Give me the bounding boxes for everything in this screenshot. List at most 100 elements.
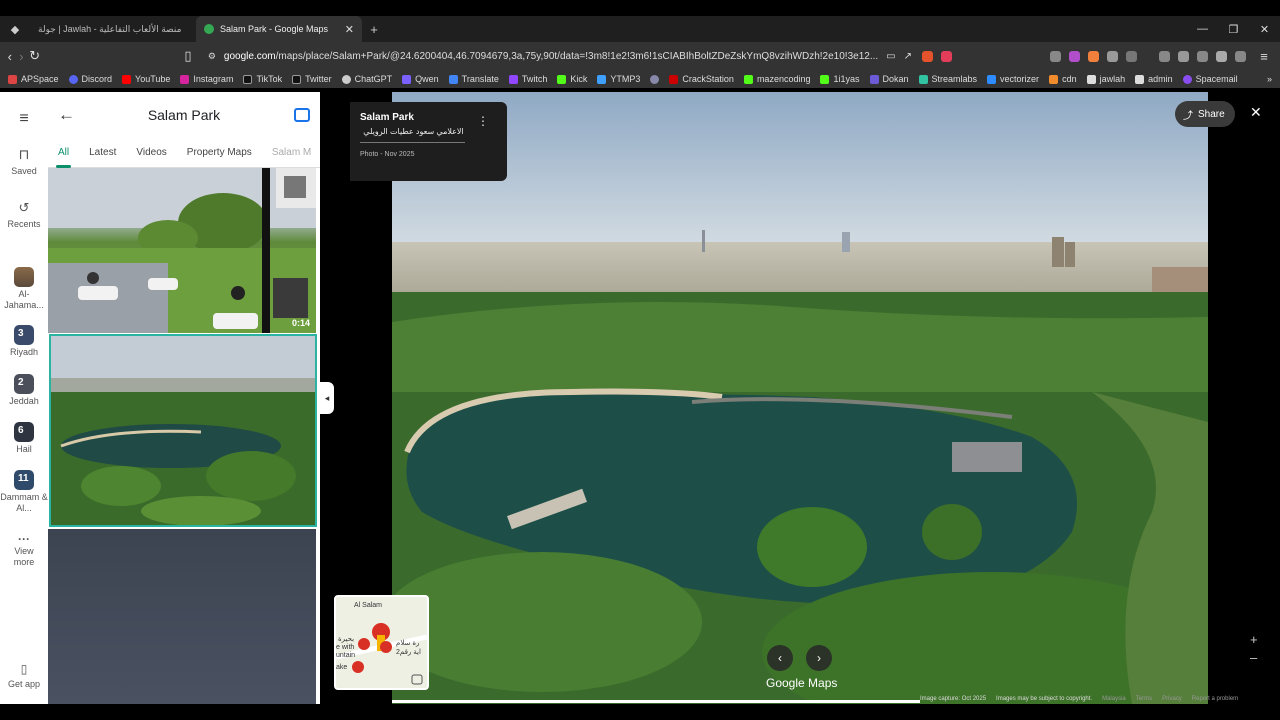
bookmark-outline-icon: ⊓: [18, 146, 30, 162]
privacy-link[interactable]: Privacy: [1162, 696, 1182, 702]
new-tab-button[interactable]: +: [362, 22, 386, 37]
bookmark-discord[interactable]: Discord: [68, 74, 112, 84]
brave-shield-icon[interactable]: [922, 50, 933, 62]
restore-icon[interactable]: ❐: [1218, 23, 1249, 36]
photo-viewer[interactable]: [392, 92, 1208, 704]
history-icon: ↺: [18, 200, 30, 215]
extension-icon[interactable]: [1126, 50, 1137, 62]
wallet-icon[interactable]: [1197, 50, 1208, 62]
rail-place-dammam[interactable]: 11 Dammam & Al...: [0, 470, 48, 514]
tab-salam-more[interactable]: Salam M: [272, 137, 311, 168]
bookmark-streamlabs[interactable]: Streamlabs: [918, 74, 977, 84]
url-text: google.com/maps/place/Salam+Park/@24.620…: [223, 50, 879, 62]
next-photo-button[interactable]: ›: [806, 645, 832, 671]
rail-saved[interactable]: ⊓ Saved: [0, 146, 48, 176]
loading-photo-thumbnail[interactable]: [48, 529, 316, 704]
bookmark-admin[interactable]: admin: [1135, 74, 1173, 84]
bookmark-jawlah[interactable]: jawlah: [1086, 74, 1125, 84]
rail-get-app-label: Get app: [7, 679, 41, 689]
close-tab-icon[interactable]: ✕: [345, 23, 354, 36]
window-close-icon[interactable]: ✕: [1249, 23, 1280, 36]
bookmark-mazencoding[interactable]: mazencoding: [743, 74, 810, 84]
rail-view-more[interactable]: ··· View more: [0, 532, 48, 568]
bookmark-crackstation[interactable]: CrackStation: [669, 74, 734, 84]
brave-rewards-icon[interactable]: [941, 50, 952, 62]
bookmark-tiktok[interactable]: TikTok: [243, 74, 282, 84]
bookmark-qwen[interactable]: Qwen: [402, 74, 439, 84]
rail-place-jeddah[interactable]: 2 Jeddah: [0, 374, 48, 406]
extension-icon[interactable]: [1069, 50, 1080, 62]
tab-videos[interactable]: Videos: [136, 137, 166, 168]
mini-map[interactable]: Al Salam بحيرة e with untain ake رة سلام…: [334, 595, 429, 690]
sidebar-icon[interactable]: [1178, 50, 1189, 62]
bookmark-1i1yas[interactable]: 1i1yas: [820, 74, 860, 84]
close-viewer-icon[interactable]: ✕: [1250, 104, 1262, 121]
previous-photo-button[interactable]: ‹: [767, 645, 793, 671]
share-page-icon[interactable]: ↗: [904, 51, 912, 62]
report-problem-link[interactable]: Report a problem: [1192, 696, 1238, 702]
bookmark-twitter[interactable]: Twitter: [292, 74, 332, 84]
bookmark-dokan[interactable]: Dokan: [869, 74, 909, 84]
rail-place-hail[interactable]: 6 Hail: [0, 422, 48, 454]
rail-place-label: Hail: [16, 444, 32, 454]
place-thumbnail: 2: [14, 374, 34, 394]
extension-icon[interactable]: [1088, 50, 1099, 62]
bookmark-cdn[interactable]: cdn: [1049, 74, 1077, 84]
aerial-lake-photo: [51, 336, 315, 525]
video-thumbnail[interactable]: 0:14: [48, 168, 316, 333]
share-button[interactable]: ⤴ Share: [1175, 101, 1235, 127]
contributor-name[interactable]: الاعلامي سعود عطيات الرويلي: [360, 127, 497, 136]
minimize-icon[interactable]: —: [1187, 23, 1218, 36]
music-icon[interactable]: [1159, 50, 1170, 62]
browser-menu-icon[interactable]: ◆: [0, 23, 30, 36]
address-bar[interactable]: ⚙ google.com/maps/place/Salam+Park/@24.6…: [201, 45, 918, 67]
bookmark-youtube[interactable]: YouTube: [122, 74, 170, 84]
rail-get-app[interactable]: ▯ Get app: [0, 662, 48, 689]
bookmark-instagram[interactable]: Instagram: [180, 74, 233, 84]
tab-jawlah[interactable]: جولة | Jawlah - منصة الألعاب التفاعلية: [30, 16, 196, 42]
bookmark-icon[interactable]: ▯: [184, 48, 192, 64]
menu-icon[interactable]: ≡: [1254, 49, 1274, 64]
rail-place-al-jahama[interactable]: Al-Jahama...: [0, 267, 48, 311]
hamburger-menu-icon[interactable]: ≡: [0, 110, 48, 128]
zoom-out-icon[interactable]: –: [1250, 650, 1257, 665]
salam-park-aerial-photo: [392, 92, 1208, 704]
bookmark-twitch[interactable]: Twitch: [508, 74, 547, 84]
rail-place-riyadh[interactable]: 3 Riyadh: [0, 325, 48, 357]
tab-latest[interactable]: Latest: [89, 137, 116, 168]
bookmark-translate[interactable]: Translate: [448, 74, 499, 84]
bookmarks-overflow-icon[interactable]: »: [1267, 74, 1272, 84]
rail-place-label: Jeddah: [9, 396, 39, 406]
site-info-icon[interactable]: ⚙: [208, 51, 216, 62]
back-icon[interactable]: ‹: [6, 49, 14, 64]
forward-icon[interactable]: ›: [18, 49, 26, 64]
terms-link[interactable]: Terms: [1136, 696, 1152, 702]
bookmark-kick[interactable]: Kick: [557, 74, 587, 84]
leo-icon[interactable]: [1216, 50, 1227, 62]
bookmark-apspace[interactable]: APSpace: [8, 74, 59, 84]
bookmark-chatgpt[interactable]: ChatGPT: [341, 74, 392, 84]
place-thumbnail: 3: [14, 325, 34, 345]
copyright-notice: Images may be subject to copyright.: [996, 696, 1093, 702]
puzzle-icon[interactable]: [1107, 50, 1118, 62]
tab-all[interactable]: All: [55, 137, 72, 168]
zoom-in-icon[interactable]: +: [1250, 632, 1258, 647]
more-options-icon[interactable]: ⋮: [477, 114, 489, 128]
add-photo-icon[interactable]: [294, 107, 310, 122]
region-link[interactable]: Malaysia: [1102, 696, 1126, 702]
bookmark-gear[interactable]: [650, 74, 660, 84]
collapse-panel-button[interactable]: ◂: [320, 382, 334, 414]
reload-icon[interactable]: ↻: [29, 48, 40, 64]
bookmark-spacemail[interactable]: Spacemail: [1182, 74, 1238, 84]
rail-recents-label: Recents: [7, 219, 41, 229]
vpn-icon[interactable]: [1235, 50, 1246, 62]
install-icon[interactable]: ▭: [886, 51, 895, 62]
selected-photo-thumbnail[interactable]: [49, 334, 317, 527]
photo-info-card: Salam Park الاعلامي سعود عطيات الرويلي P…: [350, 102, 507, 181]
bookmark-vectorizer[interactable]: vectorizer: [987, 74, 1039, 84]
tab-property-maps[interactable]: Property Maps: [187, 137, 252, 168]
bookmark-ytmp3[interactable]: YTMP3: [597, 74, 640, 84]
rail-recents[interactable]: ↺ Recents: [0, 200, 48, 229]
extension-icon[interactable]: [1050, 50, 1061, 62]
tab-google-maps[interactable]: Salam Park - Google Maps ✕: [196, 16, 362, 42]
